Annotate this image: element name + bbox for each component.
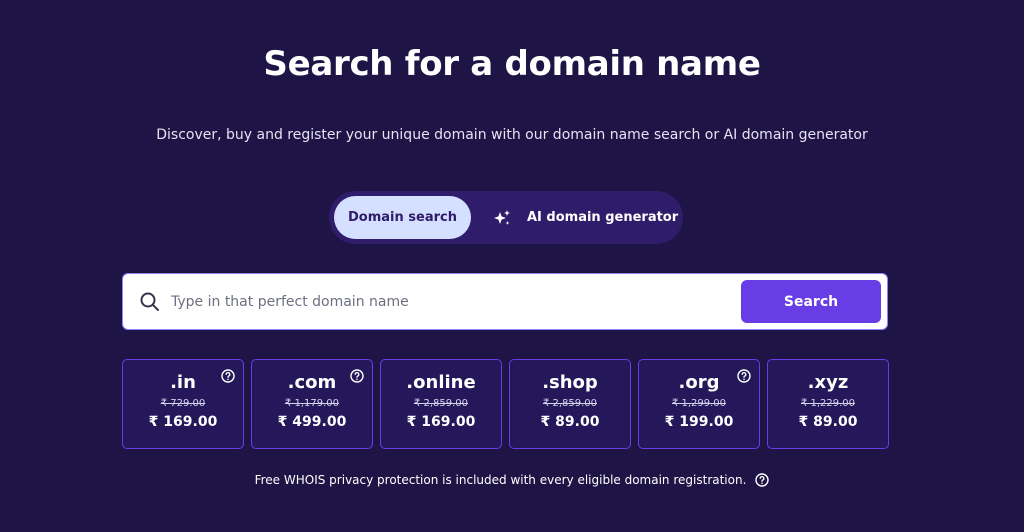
- tld-price: ₹ 89.00: [540, 414, 600, 430]
- tab-domain-search-label: Domain search: [348, 210, 457, 225]
- domain-search-input[interactable]: [171, 284, 731, 320]
- domain-search-page: Search for a domain name Discover, buy a…: [0, 0, 1024, 532]
- page-subtitle: Discover, buy and register your unique d…: [156, 127, 868, 143]
- page-title: Search for a domain name: [263, 44, 761, 84]
- tld-old-price: ₹ 2,859.00: [542, 398, 598, 409]
- tld-card-online[interactable]: .online ₹ 2,859.00 ₹ 169.00: [380, 359, 502, 449]
- tld-card-xyz[interactable]: .xyz ₹ 1,229.00 ₹ 89.00: [767, 359, 889, 449]
- tld-old-price: ₹ 1,179.00: [284, 398, 340, 409]
- search-button[interactable]: Search: [741, 280, 881, 323]
- tld-price-list: .in ₹ 729.00 ₹ 169.00 .com ₹ 1,179.00 ₹ …: [122, 359, 889, 449]
- tld-card-in[interactable]: .in ₹ 729.00 ₹ 169.00: [122, 359, 244, 449]
- tab-ai-domain-generator-label: AI domain generator: [527, 210, 679, 225]
- tld-price: ₹ 199.00: [664, 414, 734, 430]
- whois-privacy-text: Free WHOIS privacy protection is include…: [254, 473, 747, 487]
- domain-search-bar: Search: [122, 273, 888, 330]
- tld-name: .org: [678, 372, 720, 393]
- tab-ai-domain-generator[interactable]: AI domain generator: [493, 196, 678, 239]
- tld-price: ₹ 89.00: [798, 414, 858, 430]
- tld-name: .xyz: [807, 372, 849, 393]
- search-mode-toggle: Domain search AI domain generator: [329, 191, 683, 244]
- tld-card-com[interactable]: .com ₹ 1,179.00 ₹ 499.00: [251, 359, 373, 449]
- tld-old-price: ₹ 1,299.00: [671, 398, 727, 409]
- tld-old-price: ₹ 1,229.00: [800, 398, 856, 409]
- sparkle-icon: [494, 209, 510, 225]
- tld-price: ₹ 169.00: [148, 414, 218, 430]
- tld-old-price: ₹ 729.00: [160, 398, 206, 409]
- tld-card-shop[interactable]: .shop ₹ 2,859.00 ₹ 89.00: [509, 359, 631, 449]
- whois-privacy-note: Free WHOIS privacy protection is include…: [0, 473, 1024, 487]
- tab-domain-search[interactable]: Domain search: [334, 196, 471, 239]
- help-circle-icon[interactable]: [755, 473, 770, 487]
- tld-price: ₹ 169.00: [406, 414, 476, 430]
- tld-name: .online: [406, 372, 476, 393]
- tld-name: .in: [170, 372, 196, 393]
- search-icon: [140, 292, 159, 311]
- tld-old-price: ₹ 2,859.00: [413, 398, 469, 409]
- tld-name: .shop: [542, 372, 598, 393]
- tld-price: ₹ 499.00: [277, 414, 347, 430]
- tld-name: .com: [287, 372, 337, 393]
- tld-card-org[interactable]: .org ₹ 1,299.00 ₹ 199.00: [638, 359, 760, 449]
